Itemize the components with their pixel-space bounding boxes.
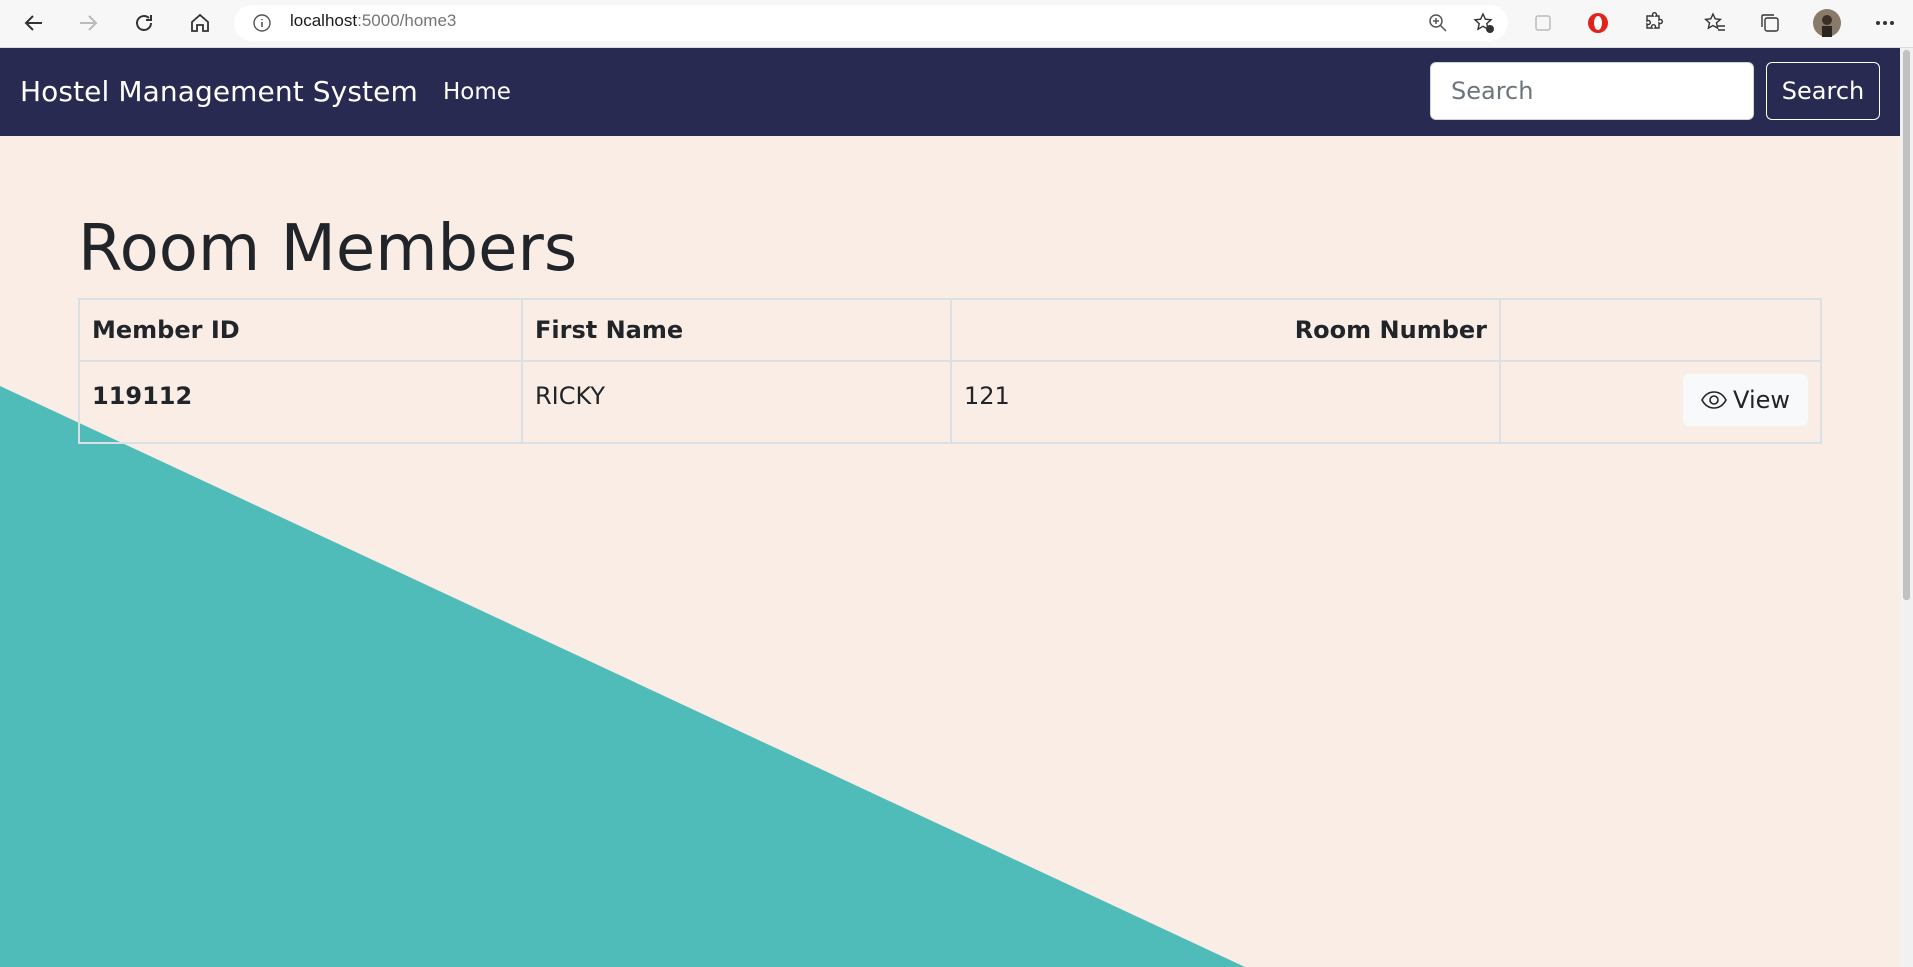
puzzle-icon[interactable] — [1638, 9, 1668, 37]
info-icon[interactable] — [247, 9, 277, 37]
eye-icon — [1701, 391, 1727, 409]
browser-toolbar: localhost:5000/home3 — [0, 0, 1913, 48]
profile-avatar[interactable] — [1812, 9, 1842, 37]
more-menu-icon[interactable] — [1870, 9, 1900, 37]
cell-room-number: 121 — [950, 360, 1501, 444]
cell-member-id: 119112 — [78, 360, 523, 444]
table-row: 119112 RICKY 121 View — [78, 360, 1822, 444]
header-member-id: Member ID — [78, 298, 523, 362]
url-text[interactable]: localhost:5000/home3 — [290, 11, 456, 31]
nav-home-link[interactable]: Home — [443, 79, 511, 105]
table-header-row: Member ID First Name Room Number — [78, 298, 1822, 362]
zoom-icon[interactable] — [1423, 9, 1453, 37]
favorites-icon[interactable] — [1700, 9, 1730, 37]
page-title: Room Members — [78, 212, 578, 286]
header-room-number: Room Number — [950, 298, 1501, 362]
url-host: localhost — [290, 11, 358, 30]
page-scrollbar[interactable] — [1900, 48, 1913, 967]
view-button[interactable]: View — [1683, 374, 1808, 426]
refresh-icon[interactable] — [128, 8, 160, 38]
cell-action: View — [1499, 360, 1822, 444]
header-action — [1499, 298, 1822, 362]
search-button[interactable]: Search — [1766, 62, 1880, 120]
opera-icon[interactable] — [1583, 9, 1613, 37]
view-button-label: View — [1733, 386, 1790, 414]
scrollbar-thumb[interactable] — [1903, 50, 1910, 600]
app-navbar: Hostel Management System Home Search — [0, 48, 1900, 136]
room-members-table: Member ID First Name Room Number 119112 … — [78, 298, 1822, 444]
home-icon[interactable] — [184, 8, 216, 38]
back-icon[interactable] — [18, 8, 50, 38]
brand-link[interactable]: Hostel Management System — [20, 75, 418, 108]
header-first-name: First Name — [521, 298, 952, 362]
extension-icon[interactable] — [1528, 9, 1558, 37]
url-path: :5000/home3 — [357, 11, 457, 30]
cell-first-name: RICKY — [521, 360, 952, 444]
add-favorite-icon[interactable] — [1469, 9, 1499, 37]
forward-icon[interactable] — [72, 8, 104, 38]
search-input[interactable] — [1430, 62, 1754, 120]
collections-icon[interactable] — [1755, 9, 1785, 37]
